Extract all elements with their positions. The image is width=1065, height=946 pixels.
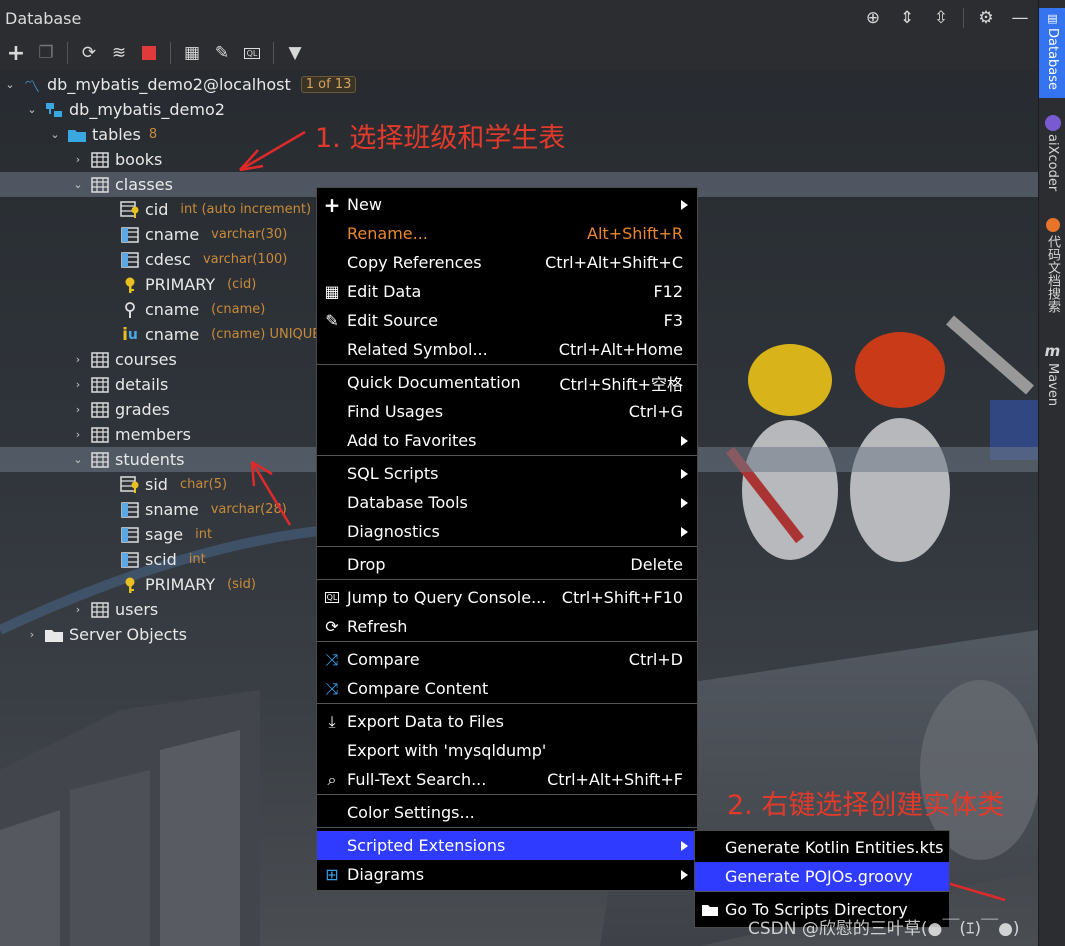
tab-code-doc-search[interactable]: 代码文档搜索 — [1039, 218, 1065, 328]
tab-aixcoder[interactable]: aiXcoder — [1039, 115, 1065, 195]
context-menu: + New Rename... Alt+Shift+R Copy References C… — [316, 187, 698, 891]
menu-shortcut: Ctrl+D — [628, 650, 683, 669]
menu-shortcut: F12 — [653, 282, 683, 301]
menu-item-scripted-extensions[interactable]: Scripted Extensions — [317, 831, 697, 860]
pencil-icon: ✎ — [325, 311, 339, 330]
refresh-icon: ⟳ — [325, 617, 339, 636]
chevron-right-icon — [681, 497, 688, 508]
menu-item-compare-content[interactable]: ⤨ Compare Content — [317, 674, 697, 703]
menu-separator — [317, 455, 697, 456]
tab-maven[interactable]: m Maven — [1039, 342, 1065, 412]
menu-shortcut: Ctrl+G — [628, 402, 683, 421]
menu-separator — [317, 827, 697, 828]
database-icon: ▤ — [1047, 12, 1058, 25]
menu-item-find-usages[interactable]: Find Usages Ctrl+G — [317, 397, 697, 426]
menu-shortcut: F3 — [663, 311, 683, 330]
menu-item-compare[interactable]: ⤨ Compare Ctrl+D — [317, 645, 697, 674]
console-icon: QL — [324, 592, 340, 603]
search-icon: ⌕ — [327, 769, 337, 789]
menu-item-diagrams[interactable]: ⊞ Diagrams — [317, 860, 697, 889]
menu-item-new[interactable]: + New — [317, 190, 697, 219]
menu-shortcut: Alt+Shift+R — [587, 224, 683, 243]
diagram-icon: ⊞ — [325, 865, 339, 884]
menu-item-edit-source[interactable]: ✎ Edit Source F3 — [317, 306, 697, 335]
plus-icon: + — [323, 192, 341, 217]
menu-item-refresh[interactable]: ⟳ Refresh — [317, 612, 697, 641]
menu-shortcut: Ctrl+Alt+Home — [558, 340, 683, 359]
menu-item-color-settings[interactable]: Color Settings... — [317, 798, 697, 827]
menu-item-edit-data[interactable]: ▦ Edit Data F12 — [317, 277, 697, 306]
menu-separator — [317, 641, 697, 642]
menu-separator — [695, 891, 949, 892]
submenu-item-generate-kotlin-entities-kts[interactable]: Generate Kotlin Entities.kts — [695, 833, 949, 862]
menu-separator — [317, 794, 697, 795]
menu-item-related-symbol[interactable]: Related Symbol... Ctrl+Alt+Home — [317, 335, 697, 364]
menu-item-drop[interactable]: Drop Delete — [317, 550, 697, 579]
code-search-icon — [1045, 218, 1060, 232]
menu-shortcut: Ctrl+Alt+Shift+F — [547, 770, 683, 789]
maven-icon: m — [1044, 342, 1061, 360]
chevron-right-icon — [681, 468, 688, 479]
menu-shortcut: Ctrl+Shift+F10 — [561, 588, 683, 607]
menu-separator — [317, 703, 697, 704]
menu-item-rename[interactable]: Rename... Alt+Shift+R — [317, 219, 697, 248]
folder-icon — [700, 900, 720, 920]
menu-item-database-tools[interactable]: Database Tools — [317, 488, 697, 517]
chevron-right-icon — [681, 199, 688, 210]
menu-item-jump-to-query-console[interactable]: QL Jump to Query Console... Ctrl+Shift+F10 — [317, 583, 697, 612]
menu-item-export-with-mysqldump[interactable]: Export with 'mysqldump' — [317, 736, 697, 765]
download-icon: ⤓ — [328, 711, 336, 731]
menu-separator — [317, 579, 697, 580]
menu-item-copy-references[interactable]: Copy References Ctrl+Alt+Shift+C — [317, 248, 697, 277]
menu-shortcut: Delete — [630, 555, 683, 574]
chevron-right-icon — [681, 869, 688, 880]
compare-icon: ⤨ — [325, 649, 339, 669]
tab-database[interactable]: ▤ Database — [1039, 8, 1065, 98]
watermark: CSDN @欣慰的三叶草(●￣(ｴ)￣●) — [748, 919, 1020, 939]
menu-shortcut: Ctrl+Alt+Shift+C — [545, 253, 683, 272]
compare-icon: ⤨ — [325, 678, 339, 698]
menu-item-sql-scripts[interactable]: SQL Scripts — [317, 459, 697, 488]
right-tool-stripe: ▤ Database aiXcoder 代码文档搜索 m Maven — [1038, 0, 1065, 946]
submenu-item-generate-pojos-groovy[interactable]: Generate POJOs.groovy — [695, 862, 949, 891]
table-icon: ▦ — [324, 282, 340, 301]
aixcoder-icon — [1044, 115, 1061, 131]
menu-item-diagnostics[interactable]: Diagnostics — [317, 517, 697, 546]
menu-separator — [317, 364, 697, 365]
menu-shortcut: Ctrl+Shift+空格 — [559, 374, 683, 394]
menu-item-quick-documentation[interactable]: Quick Documentation Ctrl+Shift+空格 — [317, 368, 697, 397]
chevron-right-icon — [681, 840, 688, 851]
menu-item-add-to-favorites[interactable]: Add to Favorites — [317, 426, 697, 455]
chevron-right-icon — [681, 435, 688, 446]
menu-item-export-data-to-files[interactable]: ⤓ Export Data to Files — [317, 707, 697, 736]
menu-separator — [317, 546, 697, 547]
menu-item-full-text-search[interactable]: ⌕ Full-Text Search... Ctrl+Alt+Shift+F — [317, 765, 697, 794]
chevron-right-icon — [681, 526, 688, 537]
